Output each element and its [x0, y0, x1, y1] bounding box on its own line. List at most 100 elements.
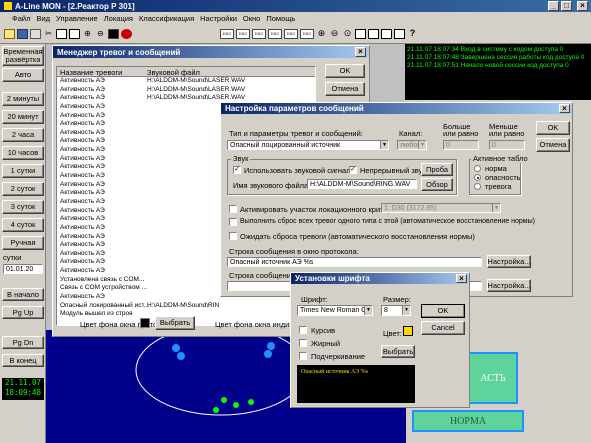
menu-item-classification[interactable]: Классификация [139, 14, 194, 23]
protocol-settings-button[interactable]: Настройка... [487, 255, 531, 268]
radio-norm[interactable] [474, 165, 481, 172]
close-icon[interactable]: × [355, 47, 366, 57]
alarm-name: Опасный локированный ист... [60, 301, 150, 309]
menu-item-window[interactable]: Окно [243, 14, 260, 23]
sidebar-button-2min[interactable]: 2 минуты [2, 92, 44, 106]
display-icon[interactable] [108, 29, 119, 39]
chevron-down-icon[interactable]: ▼ [364, 306, 372, 315]
minimize-icon[interactable]: _ [548, 1, 559, 11]
underline-checkbox[interactable] [299, 352, 307, 360]
font-select[interactable]: Times New Roman Cy ▼ [297, 305, 373, 316]
nav-start-button[interactable]: В начало [2, 288, 44, 301]
zoom-out-icon[interactable]: ⊖ [95, 29, 106, 39]
channel-select[interactable]: любой ▼ [397, 140, 427, 150]
dsc-icon[interactable]: DSC [220, 29, 234, 39]
from-date-field[interactable]: 01.01.20 [3, 264, 43, 274]
dsc-icon[interactable]: DSC [236, 29, 250, 39]
cancel-button[interactable]: Отмена [325, 82, 365, 96]
grid-icon[interactable] [368, 29, 379, 39]
sidebar-button-auto[interactable]: Авто [2, 68, 44, 82]
ok-button[interactable]: OK [536, 121, 570, 135]
radio-danger[interactable] [474, 174, 481, 181]
table-row[interactable]: Опасный локированный ист... H:\ALDDM-M\So… [57, 302, 315, 311]
menu-item-settings[interactable]: Настройки [200, 14, 237, 23]
save-icon[interactable] [17, 29, 28, 39]
menu-item-help[interactable]: Помощь [266, 14, 295, 23]
chevron-down-icon[interactable]: ▼ [418, 141, 426, 149]
activate-loc-select[interactable]: 1: D30 (3172.95) ▼ [381, 203, 501, 213]
protocol-bg-select-button[interactable]: Выбрать [155, 316, 195, 330]
grid-icon[interactable] [394, 29, 405, 39]
ok-button[interactable]: OK [421, 304, 465, 318]
open-icon[interactable] [4, 29, 15, 39]
sidebar-button-1d[interactable]: 1 сутки [2, 164, 44, 178]
wait-reset-checkbox[interactable] [229, 232, 237, 240]
test-sound-button[interactable]: Проба [421, 163, 453, 176]
dsc-icon[interactable]: DSC [300, 29, 314, 39]
chart-icon[interactable] [69, 29, 80, 39]
grid-icon[interactable] [381, 29, 392, 39]
dsc-icon[interactable]: DSC [268, 29, 282, 39]
close-icon[interactable]: × [559, 104, 570, 113]
close-icon[interactable]: × [456, 274, 467, 283]
sidebar-button-2d[interactable]: 2 суток [2, 182, 44, 196]
zoom-in-icon[interactable]: ⊕ [316, 29, 327, 39]
nav-pgup-button[interactable]: Pg Up [2, 306, 44, 319]
less-field[interactable]: 0 [489, 140, 525, 150]
type-select[interactable]: Опасный лоцированный источник ▼ [227, 140, 389, 150]
menu-item-control[interactable]: Управление [56, 14, 98, 23]
sidebar-button-3d[interactable]: 3 суток [2, 200, 44, 214]
sidebar-button-2h[interactable]: 2 часа [2, 128, 44, 142]
nav-pgdn-button[interactable]: Pg Dn [2, 336, 44, 349]
cancel-button[interactable]: Отмена [536, 138, 570, 152]
sound-file-field[interactable]: H:\ALDDM-M\Sound\RING.WAV [307, 179, 417, 189]
close-icon[interactable]: × [577, 1, 588, 11]
menu-item-view[interactable]: Вид [36, 14, 50, 23]
nav-end-button[interactable]: В конец [2, 354, 44, 367]
table-row[interactable]: Активность АЭ H:\ALDDM-M\Sound\LASER.WAV [57, 86, 315, 95]
help-icon[interactable]: ? [407, 29, 418, 39]
cont-sound-checkbox[interactable]: ✓ [349, 166, 357, 174]
zoom-in-icon[interactable]: ⊕ [82, 29, 93, 39]
size-select[interactable]: 8 ▼ [381, 305, 411, 316]
protocol-bg-swatch[interactable] [140, 318, 150, 328]
italic-checkbox[interactable] [299, 326, 307, 334]
reset-checkbox[interactable] [229, 218, 237, 226]
grid-icon[interactable] [56, 29, 67, 39]
protocol-line-field[interactable]: Опасный источник АЭ %s [227, 257, 482, 267]
use-sound-checkbox[interactable]: ✓ [233, 166, 241, 174]
more-field[interactable]: 0 [443, 140, 479, 150]
sidebar-button-manual[interactable]: Ручная [2, 236, 44, 250]
table-row[interactable]: Активность АЭ H:\ALDDM-M\Sound\LASER.WAV [57, 77, 315, 86]
chevron-down-icon[interactable]: ▼ [492, 204, 500, 212]
activate-loc-checkbox[interactable] [229, 205, 237, 213]
menu-item-location[interactable]: Локация [104, 14, 133, 23]
radio-alarm[interactable] [474, 183, 481, 190]
sidebar-button-4d[interactable]: 4 суток [2, 218, 44, 232]
grid-icon[interactable] [355, 29, 366, 39]
sidebar-button-20min[interactable]: 20 минут [2, 110, 44, 124]
dsc-icon[interactable]: DSC [284, 29, 298, 39]
maximize-icon[interactable]: □ [561, 1, 572, 11]
color-swatch[interactable] [403, 326, 413, 336]
bold-checkbox[interactable] [299, 339, 307, 347]
cancel-button[interactable]: Cancel [421, 321, 465, 335]
browse-button[interactable]: Обзор [421, 178, 453, 191]
zoom-out-icon[interactable]: ⊖ [329, 29, 340, 39]
sidebar-button-10h[interactable]: 10 часов [2, 146, 44, 160]
menu-item-file[interactable]: Файл [12, 14, 30, 23]
color-select-button[interactable]: Выбрать [381, 345, 415, 358]
col-name-header[interactable]: Название тревоги [60, 68, 122, 77]
second-settings-button[interactable]: Настройка... [487, 279, 531, 292]
print-icon[interactable] [30, 29, 41, 39]
col-file-header[interactable]: Звуковой файл [147, 68, 200, 77]
chevron-down-icon[interactable]: ▼ [380, 141, 388, 149]
dsc-icon[interactable]: DSC [252, 29, 266, 39]
sidebar-button-timescale[interactable]: Временная развёртка [2, 46, 44, 66]
chevron-down-icon[interactable]: ▼ [402, 306, 410, 315]
ok-button[interactable]: OK [325, 64, 365, 78]
zoom-fit-icon[interactable]: ⊙ [342, 29, 353, 39]
sensor-icon[interactable] [121, 29, 132, 39]
clock-panel: 21.11.07 18:09:48 [2, 378, 44, 400]
scissors-icon[interactable]: ✂ [43, 29, 54, 39]
